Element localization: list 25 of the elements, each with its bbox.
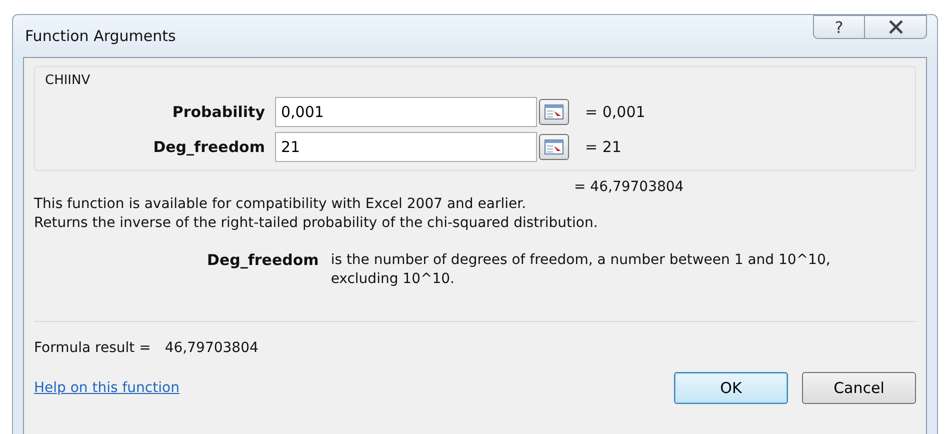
collapse-dialog-button[interactable] — [539, 99, 569, 125]
help-link[interactable]: Help on this function — [34, 380, 180, 396]
function-description: Returns the inverse of the right-tailed probability of the chi-squared distribution. — [34, 214, 599, 233]
function-description: This function is available for compatibility with Excel 2007 and earlier. — [34, 195, 528, 214]
formula-result-value: 46,79703804 — [164, 340, 258, 356]
argument-label: Deg_freedom — [152, 138, 266, 156]
range-select-icon — [544, 104, 564, 120]
close-icon — [888, 20, 904, 34]
window-title: Function Arguments — [24, 27, 177, 45]
close-button[interactable] — [865, 15, 927, 39]
argument-field[interactable]: 0,001 — [275, 97, 537, 127]
argument-help-name: Deg_freedom — [207, 251, 319, 271]
collapse-dialog-button[interactable] — [539, 134, 569, 160]
function-result: = 46,79703804 — [573, 179, 685, 195]
range-select-icon — [544, 139, 564, 155]
argument-help-text: is the number of degrees of freedom, a number between 1 and 10^10, excluding 10^10. — [330, 251, 832, 289]
argument-result: = 0,001 — [585, 103, 646, 121]
formula-result-label: Formula result = — [34, 340, 151, 356]
ok-button[interactable]: OK — [674, 372, 788, 404]
cancel-button[interactable]: Cancel — [802, 372, 916, 404]
help-button[interactable]: ? — [813, 15, 865, 39]
argument-field[interactable]: 21 — [275, 132, 537, 162]
argument-result: = 21 — [585, 138, 622, 156]
function-name: CHIINV — [45, 73, 92, 88]
argument-label: Probability — [171, 103, 266, 121]
